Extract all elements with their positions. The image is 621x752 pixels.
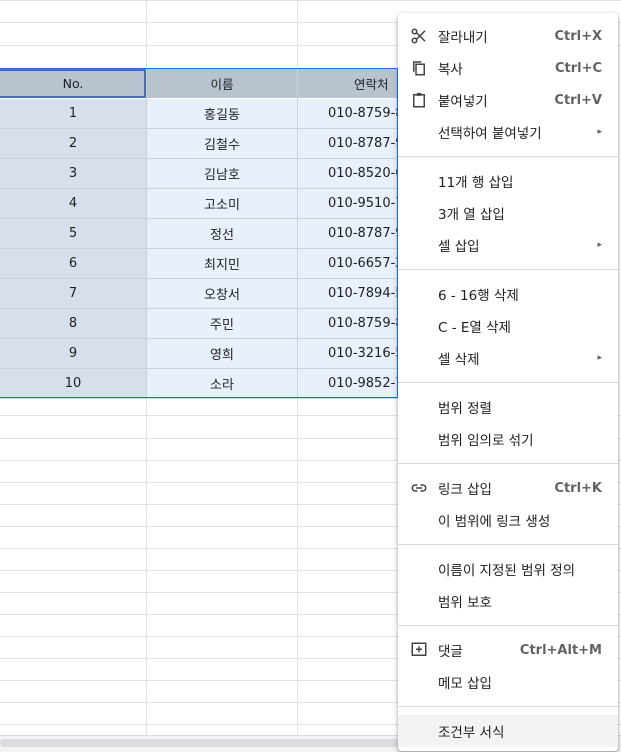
cell-name[interactable]: 오창서 [147, 279, 297, 308]
clipboard-icon [413, 92, 425, 108]
menu-item-copy[interactable]: 복사 Ctrl+C [398, 52, 618, 84]
menu-shortcut: Ctrl+X [554, 28, 602, 44]
cell-contact[interactable]: 010-8787-98 [298, 129, 398, 158]
cell-contact[interactable]: 010-6657-22 [298, 249, 398, 278]
menu-separator [398, 625, 618, 626]
menu-label: 선택하여 붙여넣기 [438, 126, 542, 142]
cell-name[interactable]: 소라 [147, 369, 297, 398]
menu-item-cut[interactable]: 잘라내기 Ctrl+X [398, 20, 618, 52]
link-icon [411, 484, 427, 492]
add-comment-icon [411, 642, 427, 656]
menu-separator [398, 463, 618, 464]
menu-label: 메모 삽입 [438, 676, 492, 692]
scrollbar-thumb[interactable] [0, 739, 400, 747]
menu-item-delete-columns[interactable]: C - E열 삭제 [398, 310, 618, 342]
menu-item-insert-note[interactable]: 메모 삽입 [398, 666, 618, 698]
menu-item-comment[interactable]: 댓글 Ctrl+Alt+M [398, 634, 618, 666]
menu-item-randomize-range[interactable]: 범위 임의로 섞기 [398, 423, 618, 455]
menu-shortcut: Ctrl+V [554, 92, 602, 108]
cell-name[interactable]: 주민 [147, 309, 297, 338]
menu-label: 범위 보호 [438, 595, 492, 611]
active-cell-outline [0, 69, 146, 98]
menu-shortcut: Ctrl+K [554, 480, 602, 496]
cell-no[interactable]: 4 [0, 189, 146, 218]
grid-line [0, 0, 621, 1]
cell-contact[interactable]: 010-8759-88 [298, 99, 398, 128]
menu-label: 3개 열 삽입 [438, 207, 505, 223]
menu-separator [398, 544, 618, 545]
menu-label: 11개 행 삽입 [438, 175, 514, 191]
menu-item-sort-range[interactable]: 범위 정렬 [398, 391, 618, 423]
cell-no[interactable]: 2 [0, 129, 146, 158]
menu-separator [398, 269, 618, 270]
cell-no[interactable]: 10 [0, 369, 146, 398]
header-contact[interactable]: 연락처 [298, 69, 398, 98]
context-menu: 잘라내기 Ctrl+X 복사 Ctrl+C 붙여넣기 Ctrl+V 선택하여 붙… [398, 13, 618, 751]
menu-label: 붙여넣기 [438, 94, 488, 110]
menu-item-define-named-range[interactable]: 이름이 지정된 범위 정의 [398, 553, 618, 585]
menu-item-conditional-formatting[interactable]: 조건부 서식 [398, 715, 618, 747]
menu-shortcut: Ctrl+Alt+M [519, 642, 602, 658]
menu-item-link-to-range[interactable]: 이 범위에 링크 생성 [398, 504, 618, 536]
cell-name[interactable]: 최지민 [147, 249, 297, 278]
cell-no[interactable]: 1 [0, 99, 146, 128]
cell-name[interactable]: 김남호 [147, 159, 297, 188]
menu-label: 조건부 서식 [438, 725, 505, 741]
menu-label: 댓글 [438, 644, 463, 660]
copy-icon [413, 61, 425, 76]
cell-name[interactable]: 고소미 [147, 189, 297, 218]
menu-label: 이름이 지정된 범위 정의 [438, 563, 576, 579]
menu-label: 범위 정렬 [438, 401, 492, 417]
cell-name[interactable]: 홍길동 [147, 99, 297, 128]
menu-shortcut: Ctrl+C [554, 60, 602, 76]
menu-separator [398, 382, 618, 383]
submenu-arrow-icon: ▸ [597, 353, 602, 363]
cell-contact[interactable]: 010-9510-77 [298, 189, 398, 218]
menu-label: 이 범위에 링크 생성 [438, 514, 551, 530]
menu-item-delete-cells[interactable]: 셀 삭제 ▸ [398, 342, 618, 374]
cell-no[interactable]: 7 [0, 279, 146, 308]
cell-no[interactable]: 3 [0, 159, 146, 188]
menu-label: 링크 삽입 [438, 482, 492, 498]
menu-item-insert-cells[interactable]: 셀 삽입 ▸ [398, 229, 618, 261]
menu-label: 셀 삽입 [438, 239, 480, 255]
menu-label: C - E열 삭제 [438, 320, 511, 336]
column-divider [146, 69, 147, 398]
cell-no[interactable]: 5 [0, 219, 146, 248]
row-divider [0, 398, 398, 399]
menu-item-delete-rows[interactable]: 6 - 16행 삭제 [398, 278, 618, 310]
cell-name[interactable]: 영희 [147, 339, 297, 368]
menu-label: 범위 임의로 섞기 [438, 433, 534, 449]
cell-contact[interactable]: 010-3216-54 [298, 339, 398, 368]
submenu-arrow-icon: ▸ [597, 240, 602, 250]
scissors-icon [411, 28, 426, 44]
cell-contact[interactable]: 010-8787-98 [298, 219, 398, 248]
menu-separator [398, 156, 618, 157]
cell-contact[interactable]: 010-9852-77 [298, 369, 398, 398]
cell-name[interactable]: 정선 [147, 219, 297, 248]
menu-item-paste-special[interactable]: 선택하여 붙여넣기 ▸ [398, 116, 618, 148]
cell-contact[interactable]: 010-8759-88 [298, 309, 398, 338]
cell-no[interactable]: 9 [0, 339, 146, 368]
cell-no[interactable]: 8 [0, 309, 146, 338]
menu-label: 6 - 16행 삭제 [438, 288, 519, 304]
cell-contact[interactable]: 010-8520-66 [298, 159, 398, 188]
menu-label: 셀 삭제 [438, 352, 480, 368]
menu-item-insert-link[interactable]: 링크 삽입 Ctrl+K [398, 472, 618, 504]
cell-contact[interactable]: 010-7894-56 [298, 279, 398, 308]
menu-separator [398, 706, 618, 707]
menu-item-insert-rows[interactable]: 11개 행 삽입 [398, 165, 618, 197]
submenu-arrow-icon: ▸ [597, 127, 602, 137]
menu-item-protect-range[interactable]: 범위 보호 [398, 585, 618, 617]
menu-item-paste[interactable]: 붙여넣기 Ctrl+V [398, 84, 618, 116]
header-name[interactable]: 이름 [147, 69, 297, 98]
column-divider [297, 69, 298, 398]
menu-label: 복사 [438, 62, 463, 78]
cell-no[interactable]: 6 [0, 249, 146, 278]
menu-item-insert-columns[interactable]: 3개 열 삽입 [398, 197, 618, 229]
menu-label: 잘라내기 [438, 30, 488, 46]
cell-name[interactable]: 김철수 [147, 129, 297, 158]
